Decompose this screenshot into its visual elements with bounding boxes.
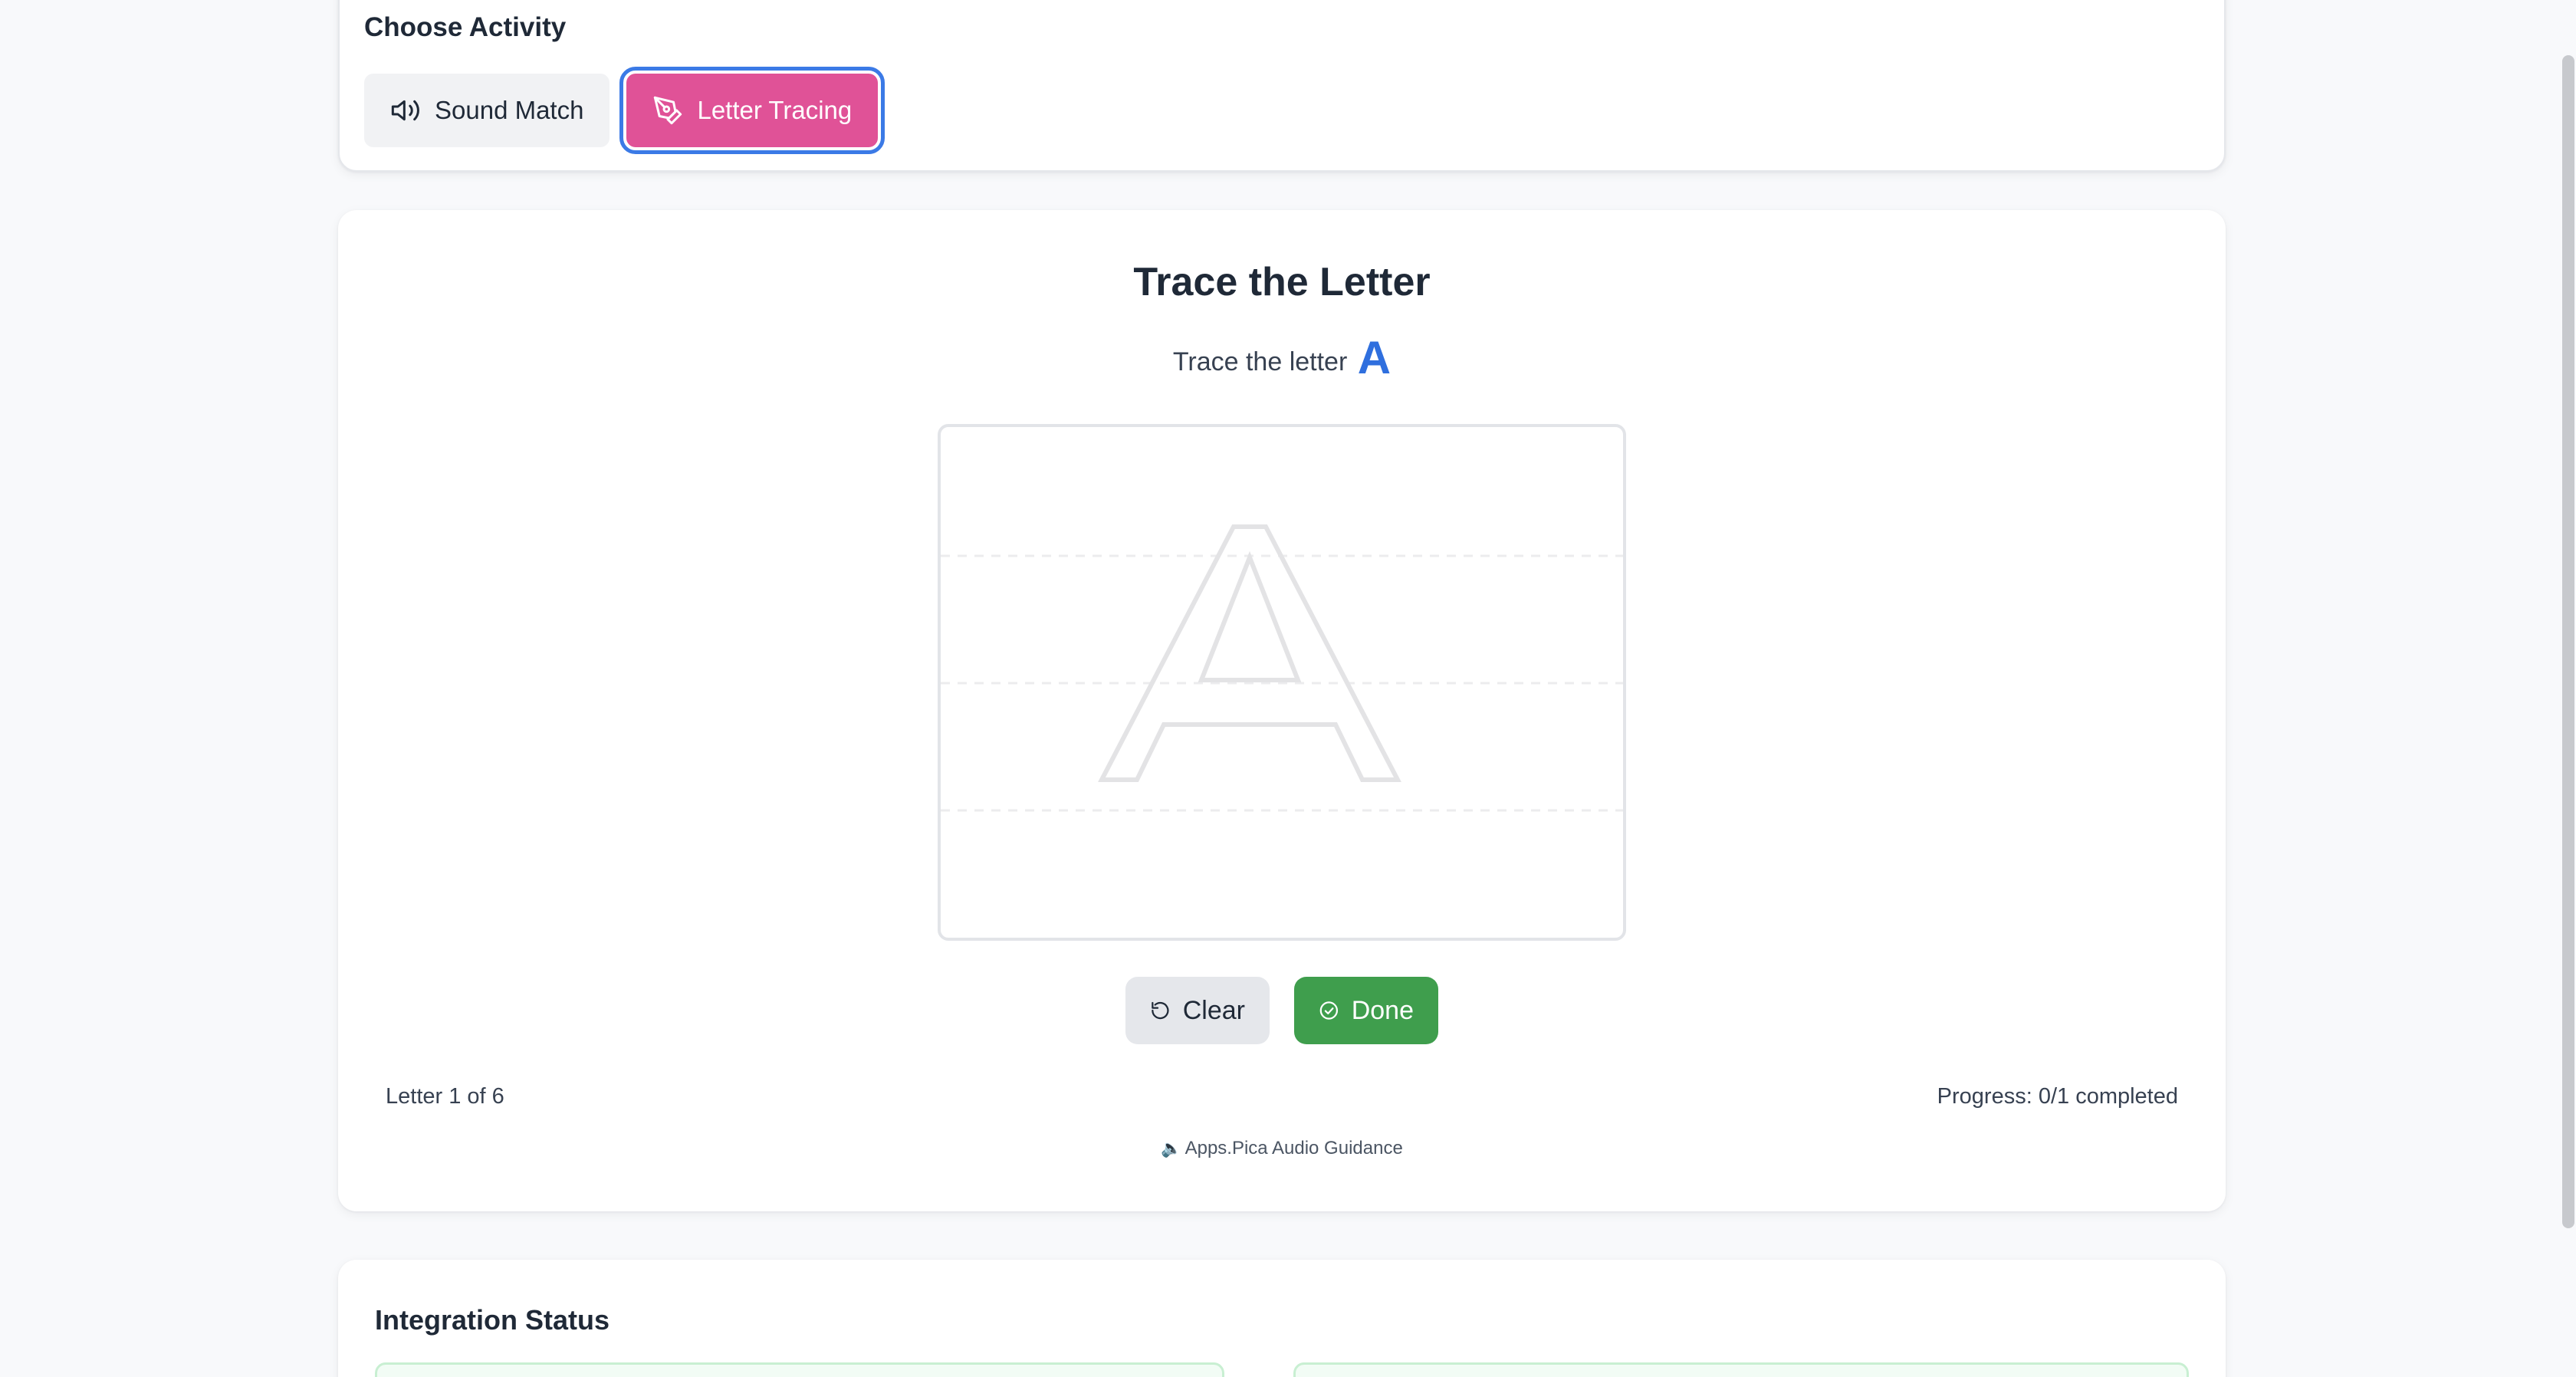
sound-match-label: Sound Match [435, 96, 584, 124]
activity-card: Choose Activity Sound Match Letter Traci… [338, 0, 2226, 172]
page: Choose Activity Sound Match Letter Traci… [0, 0, 2576, 1377]
tracing-title: Trace the Letter [1133, 260, 1431, 304]
tracing-actions: Clear Done [338, 977, 2226, 1044]
letter-outline [1098, 524, 1401, 782]
audio-guidance-label: Apps.Pica Audio Guidance [1184, 1138, 1403, 1158]
tracing-canvas[interactable] [938, 424, 1626, 941]
letter-tracing-label: Letter Tracing [697, 96, 853, 124]
clear-button[interactable]: Clear [1125, 977, 1270, 1044]
integration-card: Integration Status [338, 1260, 2226, 1377]
pen-icon [654, 96, 682, 125]
sound-match-button[interactable]: Sound Match [364, 74, 610, 147]
rotate-ccw-icon [1152, 1001, 1169, 1020]
check-circle-icon [1319, 1001, 1339, 1020]
audio-guidance: 🔈 Apps.Pica Audio Guidance [338, 1138, 2226, 1159]
letter-tracing-button[interactable]: Letter Tracing [619, 67, 886, 154]
tracing-guide [941, 524, 1623, 812]
letter-counter: Letter 1 of 6 [386, 1084, 504, 1109]
integration-status-panel [375, 1362, 1224, 1377]
speaker-emoji-icon: 🔈 [1161, 1139, 1182, 1158]
scrollbar[interactable] [2559, 0, 2576, 1377]
clear-label: Clear [1182, 995, 1245, 1025]
done-button[interactable]: Done [1294, 977, 1438, 1044]
target-letter: A [1357, 332, 1392, 383]
integration-status-panel [1293, 1362, 2189, 1377]
tracing-prompt-text: Trace the letter [1172, 347, 1348, 376]
done-label: Done [1351, 995, 1414, 1025]
progress-status: Progress: 0/1 completed [1937, 1084, 2178, 1109]
activity-title: Choose Activity [364, 12, 567, 42]
tracing-prompt: Trace the letter A [338, 331, 2226, 384]
scrollbar-thumb[interactable] [2562, 55, 2574, 1228]
integration-title: Integration Status [375, 1304, 610, 1336]
activity-buttons: Sound Match Letter Tracing [364, 67, 886, 154]
tracing-card: Trace the Letter Trace the letter A Clea… [338, 210, 2226, 1211]
speaker-icon [391, 100, 419, 121]
